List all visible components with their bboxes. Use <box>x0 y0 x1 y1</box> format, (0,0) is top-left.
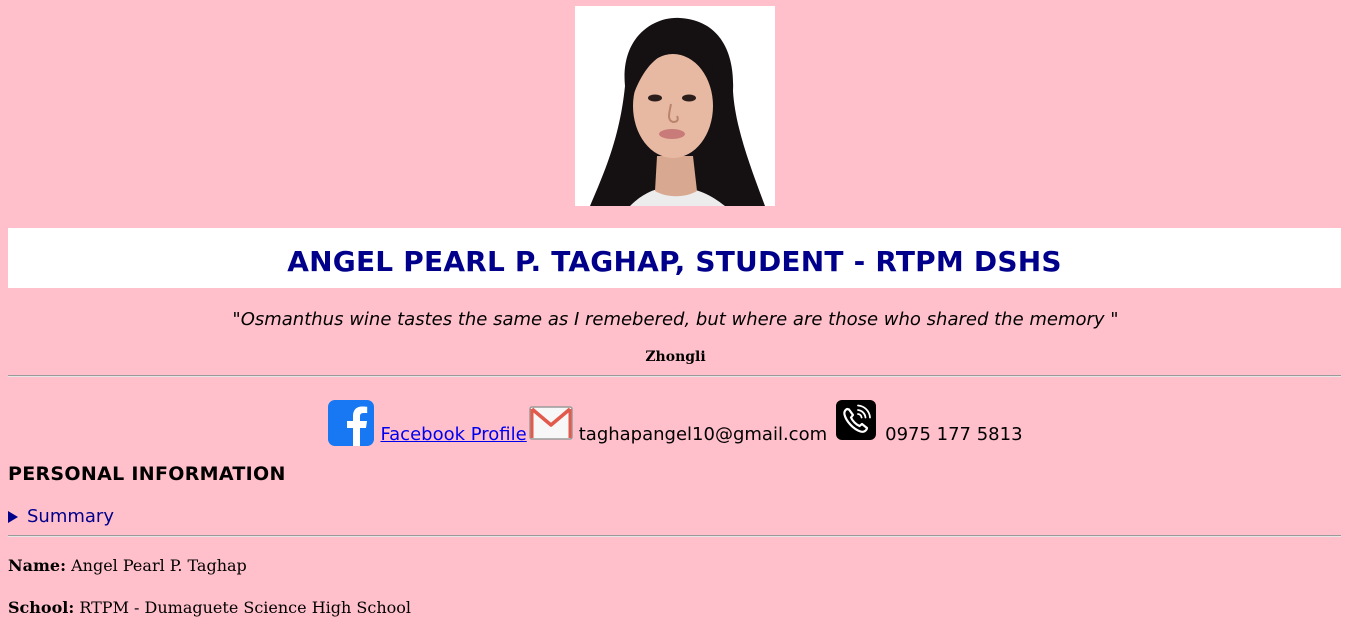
email-address: taghapangel10@gmail.com <box>578 424 828 445</box>
facebook-contact[interactable]: Facebook Profile <box>328 400 527 446</box>
phone-contact: 0975 177 5813 <box>836 400 1023 446</box>
name-label: Name: <box>8 556 67 575</box>
phone-number: 0975 177 5813 <box>885 424 1023 445</box>
contact-bar: Facebook Profile taghapangel10@gmail.com… <box>0 394 1351 446</box>
page-title: ANGEL PEARL P. TAGHAP, STUDENT - RTPM DS… <box>287 244 1062 278</box>
title-banner: ANGEL PEARL P. TAGHAP, STUDENT - RTPM DS… <box>8 228 1341 288</box>
phone-icon <box>836 400 877 440</box>
summary-label: Summary <box>27 506 114 527</box>
info-row-school: School: RTPM - Dumaguete Science High Sc… <box>8 598 411 617</box>
info-row-name: Name: Angel Pearl P. Taghap <box>8 556 247 575</box>
quote-author: Zhongli <box>645 349 706 365</box>
school-value: RTPM - Dumaguete Science High School <box>79 598 412 617</box>
quote-text: "Osmanthus wine tastes the same as I rem… <box>232 309 1119 330</box>
school-label: School: <box>8 598 75 617</box>
portrait-image <box>575 6 775 206</box>
divider <box>8 375 1341 377</box>
name-value: Angel Pearl P. Taghap <box>71 556 247 575</box>
facebook-icon <box>328 400 375 446</box>
divider <box>8 535 1341 537</box>
section-heading-personal-information: PERSONAL INFORMATION <box>8 463 286 485</box>
profile-photo <box>575 6 775 206</box>
disclosure-triangle-icon <box>8 510 18 523</box>
mail-icon <box>528 406 573 440</box>
facebook-profile-link[interactable]: Facebook Profile <box>380 424 526 445</box>
email-contact: taghapangel10@gmail.com <box>528 406 828 446</box>
summary-toggle[interactable]: Summary <box>8 506 114 527</box>
